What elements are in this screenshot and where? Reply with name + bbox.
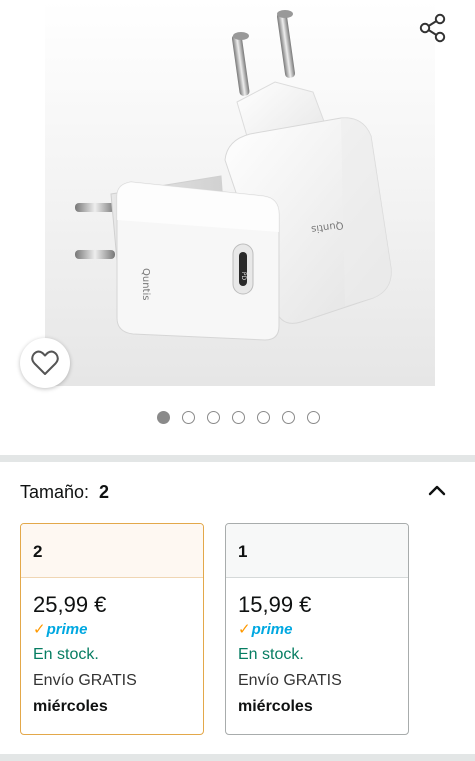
prime-check-icon: ✓ — [238, 621, 251, 638]
heart-outline-icon — [31, 350, 59, 375]
section-divider — [0, 455, 475, 462]
option-price: 25,99 € — [33, 592, 107, 617]
section-divider — [0, 754, 475, 761]
carousel-dot[interactable] — [157, 411, 170, 424]
chevron-up-icon[interactable] — [425, 478, 449, 502]
share-icon — [419, 13, 446, 43]
size-selector-header[interactable]: Tamaño: 2 — [20, 478, 455, 506]
option-name: 1 — [226, 524, 408, 578]
size-selected-value: 2 — [99, 481, 110, 502]
delivery-day: miércoles — [238, 698, 313, 715]
size-option-2[interactable]: 2 25,99 € ✓ prime En stock. Envío GRATIS… — [20, 523, 204, 735]
size-label: Tamaño: — [20, 481, 90, 502]
option-name: 2 — [21, 524, 203, 578]
prime-badge: ✓ prime — [33, 619, 191, 639]
carousel-dot[interactable] — [282, 411, 295, 424]
share-button[interactable] — [414, 10, 452, 46]
option-price: 15,99 € — [238, 592, 312, 617]
prime-label: prime — [46, 620, 88, 638]
stock-status: En stock. — [33, 646, 99, 663]
carousel-dot[interactable] — [232, 411, 245, 424]
svg-text:Quntis: Quntis — [140, 268, 151, 300]
size-option-1[interactable]: 1 15,99 € ✓ prime En stock. Envío GRATIS… — [225, 523, 409, 735]
svg-text:PD: PD — [240, 272, 247, 281]
stock-status: En stock. — [238, 646, 304, 663]
product-photo[interactable]: Quntis Quntis PD — [45, 0, 435, 386]
delivery-day: miércoles — [33, 698, 108, 715]
prime-badge: ✓ prime — [238, 619, 396, 639]
product-image-gallery[interactable]: Quntis Quntis PD — [0, 0, 475, 455]
carousel-dot[interactable] — [207, 411, 220, 424]
wishlist-button[interactable] — [20, 338, 70, 388]
shipping-info: Envío GRATIS — [238, 672, 342, 689]
prime-check-icon: ✓ — [33, 621, 46, 638]
carousel-indicator — [0, 411, 475, 425]
shipping-info: Envío GRATIS — [33, 672, 137, 689]
carousel-dot[interactable] — [257, 411, 270, 424]
carousel-dot[interactable] — [307, 411, 320, 424]
prime-label: prime — [251, 620, 293, 638]
carousel-dot[interactable] — [182, 411, 195, 424]
